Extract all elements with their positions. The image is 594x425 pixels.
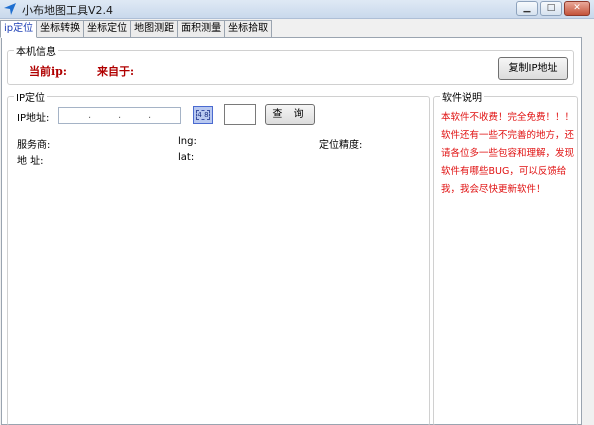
lng-label: lng: (178, 136, 197, 147)
local-info-title: 本机信息 (14, 43, 58, 58)
tab-map-distance[interactable]: 地图测距 (130, 20, 179, 37)
tab-bar: ip定位 坐标转换 坐标定位 地图测距 面积测量 坐标拾取 (0, 20, 273, 38)
copy-ip-button[interactable]: 复制IP地址 (498, 57, 568, 80)
ip-dot: . (88, 110, 92, 121)
small-input[interactable] (224, 104, 256, 125)
software-note-group: 软件说明 本软件不收费！完全免费！！！软件还有一些不完善的地方，还请各位多一些包… (433, 89, 578, 425)
software-note-text: 本软件不收费！完全免费！！！软件还有一些不完善的地方，还请各位多一些包容和理解，… (441, 112, 575, 195)
software-note-title: 软件说明 (440, 89, 484, 104)
maximize-button[interactable]: □ (540, 1, 562, 16)
app-icon (4, 3, 16, 15)
title-bar: 小布地图工具V2.4 ▁ □ ✕ (0, 0, 594, 19)
from-label: 来自于: (97, 65, 135, 78)
tab-ip-locate[interactable]: ip定位 (0, 20, 38, 38)
ip-address-input[interactable]: . . . (58, 107, 181, 124)
query-button[interactable]: 查 询 (265, 104, 315, 125)
tab-coord-pick[interactable]: 坐标拾取 (224, 20, 273, 37)
ip-dot: . (148, 110, 152, 121)
maximize-icon: □ (546, 3, 556, 13)
current-ip-label: 当前ip: (29, 65, 67, 78)
precision-label: 定位精度: (319, 140, 363, 151)
ip-locate-group: IP定位 IP地址: . . . 4 8 查 询 服务商: 地 址: lng: … (7, 89, 430, 425)
window-title: 小布地图工具V2.4 (22, 4, 114, 17)
minimize-button[interactable]: ▁ (516, 1, 538, 16)
address-label: 地 址: (17, 156, 44, 167)
tab-panel: 本机信息 当前ip: 来自于: 复制IP地址 IP定位 IP地址: . . . … (1, 37, 582, 425)
tab-coord-locate[interactable]: 坐标定位 (83, 20, 132, 37)
close-icon: ✕ (573, 3, 581, 13)
ip-locate-title: IP定位 (14, 89, 47, 104)
close-button[interactable]: ✕ (564, 1, 590, 16)
isp-label: 服务商: (17, 140, 51, 151)
tab-area-measure[interactable]: 面积测量 (177, 20, 226, 37)
minimize-icon: ▁ (523, 3, 531, 13)
ip-dot: . (118, 110, 122, 121)
image-icon-text: 4 8 (196, 110, 210, 120)
local-info-group: 本机信息 当前ip: 来自于: 复制IP地址 (7, 43, 574, 85)
image-icon[interactable]: 4 8 (193, 106, 213, 124)
lat-label: lat: (178, 152, 195, 163)
tab-coord-convert[interactable]: 坐标转换 (36, 20, 85, 37)
ip-address-label: IP地址: (17, 113, 50, 124)
